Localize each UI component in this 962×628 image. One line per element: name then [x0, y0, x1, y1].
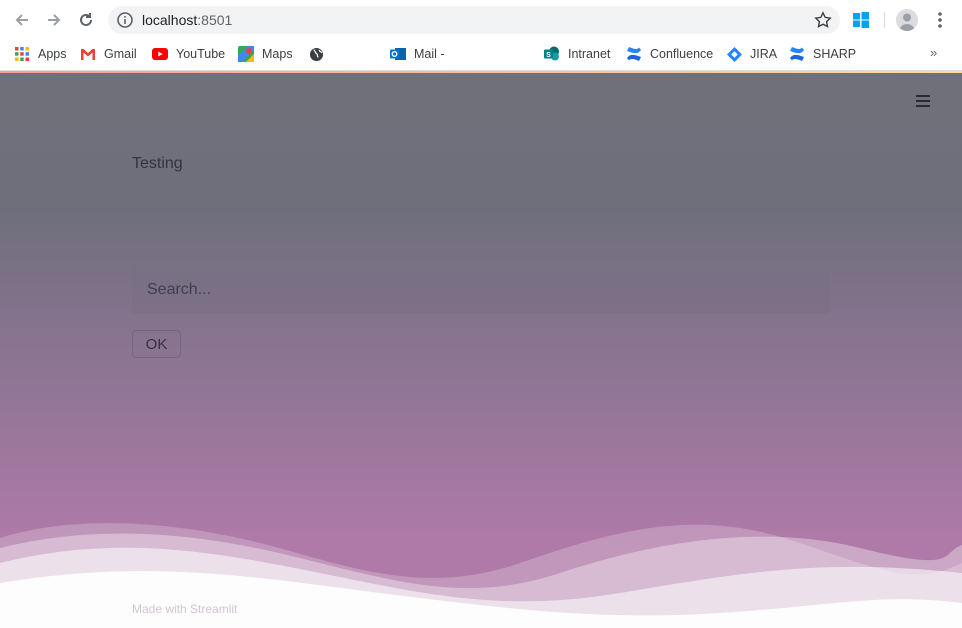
- footer-credit[interactable]: Made with Streamlit: [132, 602, 237, 616]
- forward-button[interactable]: [42, 8, 66, 32]
- address-bar[interactable]: localhost:8501: [108, 6, 840, 34]
- bookmark-mail[interactable]: Mail -: [390, 43, 445, 65]
- bookmarks-overflow-button[interactable]: »: [930, 45, 937, 60]
- user-icon: [899, 13, 915, 31]
- reload-icon: [80, 13, 92, 26]
- back-button[interactable]: [10, 8, 34, 32]
- url-port: :8501: [197, 12, 233, 28]
- hamburger-icon-bar: [916, 105, 930, 107]
- bookmark-label: Apps: [38, 47, 67, 61]
- bookmark-label: Intranet: [568, 47, 611, 61]
- windows-extension-icon[interactable]: [852, 11, 870, 29]
- confluence-icon: [626, 46, 642, 62]
- outlook-icon: [390, 46, 406, 62]
- back-arrow-icon: [15, 14, 28, 26]
- browser-toolbar: localhost:8501: [0, 0, 962, 40]
- search-input[interactable]: [132, 265, 830, 314]
- bookmark-apps[interactable]: Apps: [14, 43, 67, 65]
- apps-grid-icon: [14, 46, 30, 62]
- url-text[interactable]: localhost:8501: [142, 12, 232, 28]
- globe-icon: [308, 46, 324, 62]
- bookmarks-bar: Apps Gmail YouTube Maps Mail - S Intrane…: [0, 40, 962, 71]
- bookmark-label: Maps: [262, 47, 293, 61]
- bookmark-globe[interactable]: [308, 43, 332, 65]
- profile-avatar[interactable]: [896, 9, 918, 31]
- maps-icon: [238, 46, 254, 62]
- gmail-icon: [80, 46, 96, 62]
- page-heading: Testing: [132, 155, 183, 172]
- sharepoint-icon: S: [544, 46, 560, 62]
- hamburger-icon: [916, 95, 930, 97]
- bookmark-label: Confluence: [650, 47, 714, 61]
- reload-button[interactable]: [74, 8, 98, 32]
- youtube-icon: [152, 46, 168, 62]
- bookmark-confluence[interactable]: Confluence: [626, 43, 713, 65]
- svg-text:S: S: [546, 52, 551, 59]
- jira-icon: [726, 46, 742, 62]
- ok-button[interactable]: OK: [132, 330, 181, 358]
- url-host: localhost: [142, 12, 198, 28]
- hamburger-icon-bar: [916, 100, 930, 102]
- bookmark-label: JIRA: [750, 47, 778, 61]
- app-main: Testing OK Made with Streamlit: [0, 73, 962, 628]
- main-menu-button[interactable]: [914, 93, 934, 109]
- bookmark-label: Gmail: [104, 47, 137, 61]
- forward-arrow-icon: [48, 14, 61, 26]
- bookmark-jira[interactable]: JIRA: [726, 43, 777, 65]
- bookmark-label: Mail -: [414, 47, 445, 61]
- bookmark-label: YouTube: [176, 47, 226, 61]
- info-icon[interactable]: [116, 11, 134, 29]
- more-vert-icon[interactable]: [930, 10, 950, 30]
- bookmark-label: SHARP: [813, 47, 857, 61]
- bookmark-star-icon[interactable]: [814, 11, 832, 29]
- bookmark-sharp[interactable]: SHARP: [789, 43, 856, 65]
- confluence-icon: [789, 46, 805, 62]
- bookmark-maps[interactable]: Maps: [238, 43, 293, 65]
- bookmark-youtube[interactable]: YouTube: [152, 43, 225, 65]
- bookmark-intranet[interactable]: S Intranet: [544, 43, 610, 65]
- bookmark-gmail[interactable]: Gmail: [80, 43, 137, 65]
- toolbar-separator: [884, 12, 885, 28]
